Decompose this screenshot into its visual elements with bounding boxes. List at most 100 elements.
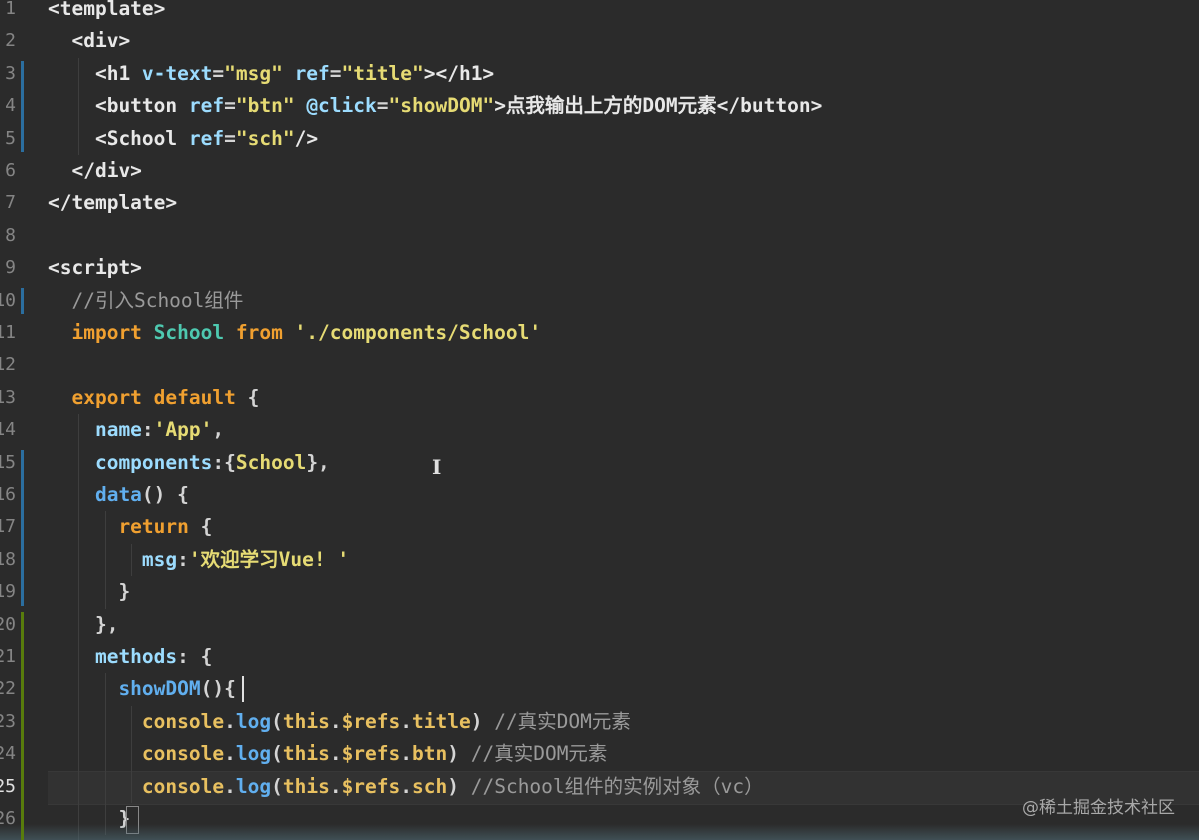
- code-token: "sch": [235, 126, 295, 150]
- line-number: 1: [5, 0, 16, 19]
- code-line[interactable]: data() {: [48, 479, 189, 511]
- code-token: (: [271, 742, 283, 766]
- code-line[interactable]: <div>: [48, 25, 130, 57]
- code-line[interactable]: <h1 v-text="msg" ref="title"></h1>: [48, 58, 494, 90]
- code-token: ref: [188, 126, 225, 150]
- code-token: </template>: [48, 191, 178, 215]
- code-line[interactable]: <template>: [48, 0, 165, 25]
- line-number: 15: [0, 451, 16, 473]
- code-token: showDOM: [48, 677, 201, 701]
- code-line[interactable]: showDOM(){: [48, 673, 236, 705]
- code-line[interactable]: </div>: [48, 155, 142, 187]
- code-line[interactable]: name:'App',: [48, 414, 224, 446]
- code-token: .: [224, 742, 236, 766]
- code-line[interactable]: return {: [48, 511, 212, 543]
- code-token: }: [48, 580, 131, 604]
- line-number: 18: [0, 548, 16, 570]
- code-token: :{: [212, 450, 236, 474]
- code-token: ref: [188, 94, 225, 118]
- code-token: '欢迎学习Vue! ': [188, 547, 350, 571]
- code-line[interactable]: },: [48, 609, 119, 641]
- code-token: <div>: [48, 29, 131, 53]
- code-token: =: [224, 126, 236, 150]
- code-token: .: [329, 774, 342, 798]
- line-number: 24: [0, 743, 16, 765]
- line-number: 11: [0, 322, 16, 343]
- code-line[interactable]: //引入School组件: [48, 285, 243, 317]
- code-token: .: [400, 709, 413, 733]
- code-token: .: [224, 709, 236, 733]
- line-number: 16: [0, 484, 16, 505]
- code-token: School: [141, 321, 225, 344]
- code-token: log: [235, 742, 272, 766]
- line-number: 8: [5, 224, 16, 246]
- line-number: 10: [0, 289, 16, 311]
- line-number: 23: [0, 710, 16, 732]
- code-line[interactable]: msg:'欢迎学习Vue! ': [48, 544, 349, 576]
- code-token: //School组件的实例对象（vc）: [470, 774, 764, 798]
- code-token: title: [412, 709, 471, 733]
- code-token: export default: [48, 385, 236, 409]
- code-token: @click: [294, 94, 377, 118]
- code-token: "title": [341, 61, 424, 85]
- code-line[interactable]: console.log(this.$refs.sch) //School组件的实…: [48, 771, 764, 803]
- code-token: v-text: [141, 61, 213, 85]
- code-token: import: [48, 321, 142, 344]
- code-token: </div>: [48, 159, 142, 182]
- line-number: 5: [5, 127, 16, 149]
- code-line[interactable]: </template>: [48, 187, 177, 219]
- code-token: name: [48, 418, 142, 442]
- code-token: "msg": [224, 61, 283, 85]
- code-token: .: [329, 709, 342, 733]
- line-number: 12: [0, 354, 16, 376]
- watermark: @稀土掘金技术社区: [1022, 798, 1175, 818]
- code-token: //引入School组件: [48, 288, 244, 312]
- code-token: $refs: [341, 742, 401, 766]
- line-number: 6: [5, 160, 16, 181]
- code-token: .: [224, 774, 236, 798]
- code-token: ref: [282, 61, 330, 85]
- line-number: 25: [0, 775, 16, 797]
- code-line[interactable]: components:{School},: [48, 447, 330, 479]
- line-number: 14: [0, 419, 16, 441]
- code-line[interactable]: }: [48, 576, 130, 608]
- code-token: //真实DOM元素: [470, 742, 608, 766]
- code-token: this: [282, 709, 330, 733]
- ibeam-cursor-icon: I: [432, 455, 442, 479]
- code-token: components: [48, 450, 213, 474]
- code-token: <template>: [48, 0, 166, 20]
- code-token: log: [235, 709, 272, 733]
- code-line[interactable]: <script>: [48, 252, 142, 284]
- code-token: "showDOM": [388, 94, 495, 118]
- code-token: log: [235, 774, 272, 798]
- code-editor[interactable]: 1234567891011121314151617181920212223242…: [0, 0, 1199, 840]
- code-line[interactable]: <button ref="btn" @click="showDOM">点我输出上…: [48, 90, 822, 122]
- code-token: "btn": [235, 94, 295, 118]
- code-token: this: [282, 742, 330, 766]
- code-token: School: [235, 450, 307, 474]
- code-line[interactable]: console.log(this.$refs.btn) //真实DOM元素: [48, 738, 608, 770]
- modified-line-marker: [21, 449, 24, 606]
- code-line[interactable]: console.log(this.$refs.title) //真实DOM元素: [48, 706, 631, 738]
- code-token: {: [235, 385, 260, 409]
- code-area[interactable]: <template> <div> <h1 v-text="msg" ref="t…: [48, 0, 1199, 840]
- line-number-gutter: 1234567891011121314151617181920212223242…: [0, 0, 20, 840]
- code-token: 'App': [153, 418, 213, 442]
- code-token: this: [282, 774, 330, 798]
- code-line[interactable]: methods: {: [48, 641, 212, 673]
- code-token: from: [224, 321, 283, 344]
- code-token: =: [212, 61, 225, 85]
- line-number: 20: [0, 613, 16, 635]
- code-line[interactable]: <School ref="sch"/>: [48, 123, 318, 155]
- line-number: 19: [0, 581, 16, 603]
- code-token: <School: [48, 126, 189, 150]
- code-token: (: [271, 774, 283, 798]
- code-token: console: [48, 774, 225, 798]
- code-token: },: [306, 450, 330, 474]
- code-token: {: [188, 515, 213, 539]
- code-line[interactable]: export default {: [48, 382, 259, 414]
- code-token: ): [447, 774, 471, 798]
- code-line[interactable]: import School from './components/School': [48, 317, 541, 349]
- code-token: (){: [200, 677, 236, 701]
- text-caret: [241, 676, 244, 703]
